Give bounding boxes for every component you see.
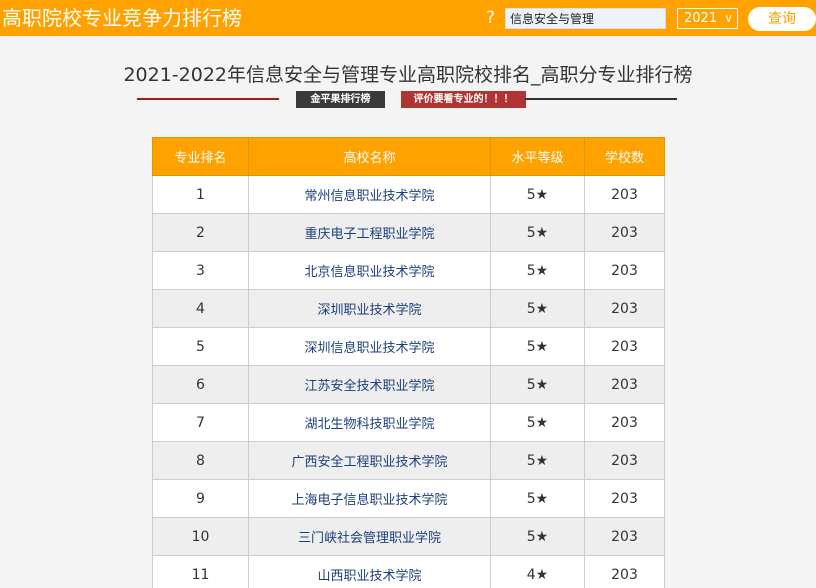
rank-cell: 5: [152, 327, 249, 366]
level-cell: 5★: [490, 365, 585, 404]
header-school: 高校名称: [248, 137, 491, 176]
table-row: 1 常州信息职业技术学院 5★ 203: [152, 175, 665, 214]
level-cell: 5★: [490, 289, 585, 328]
count-cell: 203: [584, 441, 665, 480]
search-input[interactable]: [505, 8, 666, 29]
rank-cell: 3: [152, 251, 249, 290]
table-row: 7 湖北生物科技职业学院 5★ 203: [152, 403, 665, 442]
level-cell: 5★: [490, 403, 585, 442]
school-link[interactable]: 三门峡社会管理职业学院: [248, 517, 491, 556]
school-link[interactable]: 上海电子信息职业技术学院: [248, 479, 491, 518]
table-row: 2 重庆电子工程职业学院 5★ 203: [152, 213, 665, 252]
count-cell: 203: [584, 555, 665, 588]
table-row: 6 江苏安全技术职业学院 5★ 203: [152, 365, 665, 404]
header-rank: 专业排名: [152, 137, 249, 176]
school-link[interactable]: 湖北生物科技职业学院: [248, 403, 491, 442]
school-link[interactable]: 广西安全工程职业技术学院: [248, 441, 491, 480]
table-row: 10 三门峡社会管理职业学院 5★ 203: [152, 517, 665, 556]
rank-cell: 8: [152, 441, 249, 480]
count-cell: 203: [584, 403, 665, 442]
level-cell: 4★: [490, 555, 585, 588]
table-row: 5 深圳信息职业技术学院 5★ 203: [152, 327, 665, 366]
level-cell: 5★: [490, 517, 585, 556]
rank-cell: 4: [152, 289, 249, 328]
count-cell: 203: [584, 365, 665, 404]
divider-right: [525, 98, 677, 100]
rank-cell: 1: [152, 175, 249, 214]
rank-cell: 10: [152, 517, 249, 556]
divider-left: [137, 98, 279, 100]
table-row: 9 上海电子信息职业技术学院 5★ 203: [152, 479, 665, 518]
page-title: 2021-2022年信息安全与管理专业高职院校排名_高职分专业排行榜: [123, 64, 693, 86]
table-header-row: 专业排名 高校名称 水平等级 学校数: [152, 137, 665, 176]
count-cell: 203: [584, 517, 665, 556]
rank-cell: 7: [152, 403, 249, 442]
site-brand[interactable]: 高职院校专业竞争力排行榜: [2, 5, 242, 31]
rank-cell: 6: [152, 365, 249, 404]
level-cell: 5★: [490, 251, 585, 290]
school-link[interactable]: 山西职业技术学院: [248, 555, 491, 588]
ranking-table: 专业排名 高校名称 水平等级 学校数 1 常州信息职业技术学院 5★ 203 2…: [152, 137, 665, 588]
year-select[interactable]: 2021 ∨: [677, 8, 738, 29]
count-cell: 203: [584, 479, 665, 518]
chevron-down-icon: ∨: [724, 11, 733, 25]
count-cell: 203: [584, 251, 665, 290]
header-level: 水平等级: [490, 137, 585, 176]
count-cell: 203: [584, 175, 665, 214]
level-cell: 5★: [490, 327, 585, 366]
rank-cell: 11: [152, 555, 249, 588]
school-link[interactable]: 北京信息职业技术学院: [248, 251, 491, 290]
help-icon[interactable]: ?: [486, 8, 495, 28]
school-link[interactable]: 常州信息职业技术学院: [248, 175, 491, 214]
level-cell: 5★: [490, 175, 585, 214]
table-row: 8 广西安全工程职业技术学院 5★ 203: [152, 441, 665, 480]
count-cell: 203: [584, 289, 665, 328]
ranking-badge: 金平果排行榜: [296, 91, 385, 108]
header-count: 学校数: [584, 137, 665, 176]
rank-cell: 9: [152, 479, 249, 518]
school-link[interactable]: 重庆电子工程职业学院: [248, 213, 491, 252]
table-row: 11 山西职业技术学院 4★ 203: [152, 555, 665, 588]
table-row: 3 北京信息职业技术学院 5★ 203: [152, 251, 665, 290]
rank-cell: 2: [152, 213, 249, 252]
query-button[interactable]: 查询: [748, 7, 816, 31]
school-link[interactable]: 深圳职业技术学院: [248, 289, 491, 328]
level-cell: 5★: [490, 213, 585, 252]
notice-badge: 评价要看专业的！！！: [401, 91, 526, 108]
year-select-value: 2021: [684, 11, 718, 26]
table-row: 4 深圳职业技术学院 5★ 203: [152, 289, 665, 328]
level-cell: 5★: [490, 441, 585, 480]
count-cell: 203: [584, 213, 665, 252]
level-cell: 5★: [490, 479, 585, 518]
school-link[interactable]: 深圳信息职业技术学院: [248, 327, 491, 366]
count-cell: 203: [584, 327, 665, 366]
school-link[interactable]: 江苏安全技术职业学院: [248, 365, 491, 404]
top-bar: 高职院校专业竞争力排行榜 ? 2021 ∨ 查询: [0, 0, 816, 36]
